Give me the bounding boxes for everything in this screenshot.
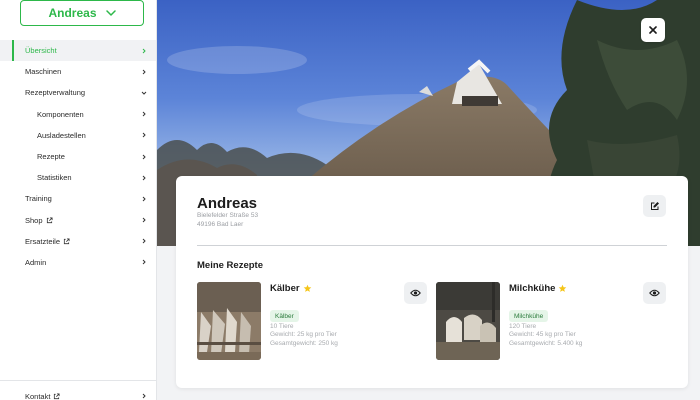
chevron-right-icon [142,175,146,181]
eye-icon [410,289,421,297]
recipe-thumbnail [197,282,261,360]
recipe-card[interactable]: Kälber Kälber 10 Tiere Gewicht: 25 kg pr… [197,282,429,360]
recipe-meta: 120 Tiere Gewicht: 45 kg pro Tier Gesamt… [509,323,582,348]
sidebar-item-label: Admin [25,257,47,267]
recipe-meta: 10 Tiere Gewicht: 25 kg pro Tier Gesamtg… [270,323,338,348]
recipe-card[interactable]: Milchkühe Milchkühe 120 Tiere Gewicht: 4… [436,282,668,360]
sidebar-footer: Kontakt [0,380,156,400]
close-icon [649,26,657,34]
user-select-dropdown[interactable]: Andreas [20,0,144,26]
recipe-total-weight: Gesamtgewicht: 5.400 kg [509,339,583,347]
chevron-down-icon [105,9,116,16]
chevron-right-icon [142,154,146,159]
chevron-right-icon [142,111,146,117]
edit-icon [650,202,659,210]
recipe-name-text: Kälber [270,283,300,294]
sidebar-item-kontakt[interactable]: Kontakt [0,381,156,400]
farm-city: 49196 Bad Laer [197,220,244,228]
farm-address: Bielefelder Straße 53 49196 Bad Laer [197,212,258,229]
recipe-name: Kälber [270,283,312,294]
sidebar: Andreas Übersicht Maschinen Rezeptverwal… [0,0,157,400]
dairy-cows-photo [436,282,500,360]
sidebar-item-label: Maschinen [25,67,62,77]
sidebar-item-label: Kontakt [25,391,51,400]
recipe-animal-count: 120 Tiere [509,323,537,330]
recipe-weight-per-animal: Gewicht: 25 kg pro Tier [270,331,337,339]
sidebar-item-statistiken[interactable]: Statistiken [0,167,156,188]
sidebar-item-ersatzteile[interactable]: Ersatzteile [0,231,156,252]
recipe-thumbnail [436,282,500,360]
sidebar-item-rezeptverwaltung[interactable]: Rezeptverwaltung [0,82,156,103]
farm-street: Bielefelder Straße 53 [197,212,259,219]
eye-icon [649,289,660,297]
farm-title: Andreas [197,195,258,212]
chevron-right-icon [142,217,146,223]
sidebar-item-label: Übersicht [25,46,57,56]
recipe-animal-count: 10 Tiere [270,323,294,330]
sidebar-item-rezepte[interactable]: Rezepte [0,146,156,167]
sidebar-item-label: Rezepte [37,152,65,162]
sidebar-item-maschinen[interactable]: Maschinen [0,61,156,82]
external-link-icon [63,238,70,244]
sidebar-item-label: Shop [25,215,43,225]
sidebar-item-label: Rezeptverwaltung [25,88,86,98]
chevron-right-icon [142,132,146,138]
close-button[interactable] [641,18,665,42]
view-recipe-button[interactable] [643,282,666,304]
recipe-name: Milchkühe [509,283,567,294]
recipe-total-weight: Gesamtgewicht: 250 kg [270,339,338,347]
recipe-weight-per-animal: Gewicht: 45 kg pro Tier [509,331,576,339]
chevron-right-icon [142,238,146,244]
star-icon [303,284,311,292]
chevron-right-icon [142,260,146,265]
chevron-right-icon [142,393,146,399]
edit-farm-button[interactable] [643,195,666,217]
recipe-category-badge: Milchkühe [509,310,549,322]
star-icon [559,284,567,292]
sidebar-nav: Übersicht Maschinen Rezeptverwaltung Kom… [0,40,156,273]
chevron-right-icon [142,69,146,75]
chevron-down-icon [141,91,147,95]
external-link-icon [46,217,53,223]
recipes-section-title: Meine Rezepte [197,260,263,271]
sidebar-item-admin[interactable]: Admin [0,252,156,273]
recipe-name-text: Milchkühe [509,283,556,294]
sidebar-item-training[interactable]: Training [0,188,156,209]
sidebar-item-ausladestellen[interactable]: Ausladestellen [0,125,156,146]
chevron-right-icon [142,196,146,202]
card-divider [197,245,667,246]
chevron-right-icon [142,48,146,53]
recipe-category-badge: Kälber [270,310,299,322]
calves-photo [197,282,261,360]
sidebar-item-uebersicht[interactable]: Übersicht [0,40,156,62]
view-recipe-button[interactable] [404,282,427,304]
user-select-label: Andreas [48,6,97,20]
sidebar-item-label: Training [25,194,52,204]
external-link-icon [54,392,60,399]
sidebar-item-shop[interactable]: Shop [0,210,156,231]
sidebar-item-komponenten[interactable]: Komponenten [0,104,156,125]
sidebar-item-label: Ausladestellen [37,130,86,140]
sidebar-item-label: Ersatzteile [25,236,61,246]
sidebar-item-label: Komponenten [37,109,84,119]
sidebar-item-label: Statistiken [37,173,72,183]
